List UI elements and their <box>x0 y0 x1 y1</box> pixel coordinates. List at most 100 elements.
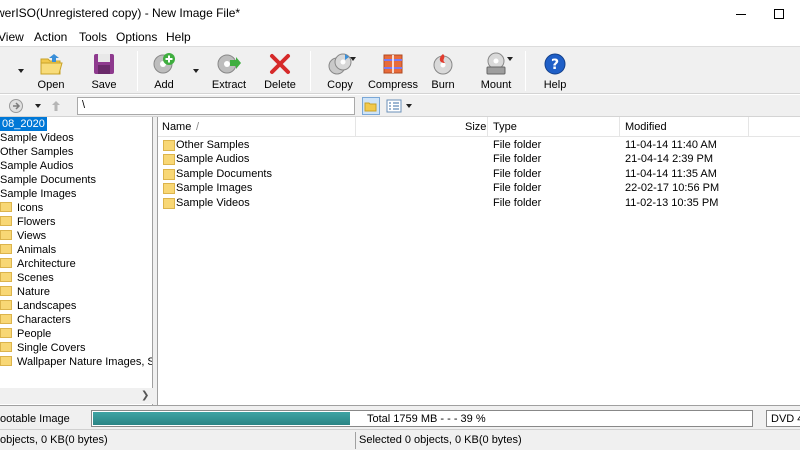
up-folder-icon[interactable] <box>48 98 64 114</box>
maximize-icon <box>774 9 784 19</box>
tree-child-item[interactable]: Icons <box>0 201 43 215</box>
folder-icon <box>0 356 12 366</box>
tree-item[interactable]: Sample Documents <box>0 173 96 187</box>
tree-child-item[interactable]: Flowers <box>0 215 56 229</box>
tree-child-label: Icons <box>17 202 44 214</box>
table-row[interactable]: Sample Audios File folder 21-04-14 2:39 … <box>158 152 800 167</box>
cell-name: Sample Audios <box>176 153 250 165</box>
column-divider[interactable] <box>355 117 356 137</box>
copy-dropdown-icon[interactable] <box>350 57 356 61</box>
tree-child-label: Scenes <box>17 272 54 284</box>
tree-child-item[interactable]: Characters <box>0 313 71 327</box>
tree-child-item[interactable]: Single Covers <box>0 341 85 355</box>
folder-icon <box>0 328 12 338</box>
column-type[interactable]: Type <box>493 121 517 133</box>
media-type-select[interactable]: DVD 4 <box>766 410 800 427</box>
column-size[interactable]: Size <box>465 121 486 133</box>
column-divider[interactable] <box>748 117 749 137</box>
maximize-button[interactable] <box>756 0 800 28</box>
history-dropdown-icon[interactable] <box>35 104 41 108</box>
column-name[interactable]: Name <box>162 121 191 133</box>
burn-button[interactable]: Burn <box>416 51 470 93</box>
tree-horizontal-scrollbar[interactable]: ❯ <box>0 388 153 404</box>
toolbar: Open Save Add Extract Delete Copy Compre… <box>0 46 800 94</box>
save-button[interactable]: Save <box>77 51 131 93</box>
column-divider[interactable] <box>619 117 620 137</box>
tree-child-item[interactable]: Animals <box>0 243 56 257</box>
table-row[interactable]: Sample Documents File folder 11-04-14 11… <box>158 167 800 182</box>
tree-child-label: People <box>17 328 52 340</box>
tree-child-item[interactable]: Architecture <box>0 257 76 271</box>
mount-dropdown-icon[interactable] <box>507 57 513 61</box>
help-button[interactable]: ? Help <box>528 51 582 93</box>
table-row[interactable]: Sample Videos File folder 11-02-13 10:35… <box>158 196 800 211</box>
menu-options[interactable]: Options <box>116 30 157 44</box>
status-selection: Selected 0 objects, 0 KB(0 bytes) <box>359 434 522 446</box>
tree-child-item[interactable]: Wallpaper Nature Images, Stock <box>0 355 152 369</box>
folder-icon <box>163 183 175 194</box>
tree-root[interactable]: 08_2020 <box>0 117 47 131</box>
open-button[interactable]: Open <box>24 51 78 93</box>
folder-icon <box>0 272 12 282</box>
cell-name: Sample Documents <box>176 168 272 180</box>
scroll-right-icon[interactable]: ❯ <box>141 390 149 401</box>
tree-child-item[interactable]: People <box>0 327 51 341</box>
toolbar-separator <box>525 51 526 91</box>
menu-help[interactable]: Help <box>166 30 191 44</box>
tree-item[interactable]: Sample Videos <box>0 131 74 145</box>
table-row[interactable]: Other Samples File folder 11-04-14 11:40… <box>158 138 800 153</box>
view-mode-icon[interactable] <box>386 98 402 114</box>
burn-disc-icon <box>433 54 453 75</box>
tree-child-item[interactable]: Nature <box>0 285 50 299</box>
mount-drive-icon <box>486 52 506 75</box>
tree-child-label: Flowers <box>17 216 56 228</box>
tree-child-item[interactable]: Views <box>0 229 46 243</box>
compress-button[interactable]: Compress <box>366 51 420 93</box>
tree-child-label: Landscapes <box>17 300 77 312</box>
sort-indicator-icon: / <box>196 121 200 133</box>
toolbar-separator <box>310 51 311 91</box>
menu-tools[interactable]: Tools <box>79 30 107 44</box>
column-divider[interactable] <box>487 117 488 137</box>
open-label: Open <box>37 79 65 91</box>
menu-view[interactable]: View <box>0 30 24 44</box>
folder-icon <box>0 230 12 240</box>
folder-icon <box>163 198 175 209</box>
add-button[interactable]: Add <box>137 51 191 93</box>
tree-item[interactable]: Other Samples <box>0 145 73 159</box>
extract-icon <box>217 54 241 74</box>
copy-disc-icon <box>328 53 352 75</box>
address-input[interactable]: \ <box>77 97 355 115</box>
title-bar: werISO(Unregistered copy) - New Image Fi… <box>0 0 800 28</box>
help-question-icon: ? <box>544 53 566 75</box>
add-dropdown-icon[interactable] <box>193 69 199 73</box>
cell-type: File folder <box>493 168 542 180</box>
open-folder-icon <box>40 54 63 75</box>
table-row[interactable]: Sample Images File folder 22-02-17 10:56… <box>158 181 800 196</box>
tree-item[interactable]: Sample Images <box>0 187 76 201</box>
add-files-icon <box>153 53 175 74</box>
view-mode-dropdown-icon[interactable] <box>406 104 412 108</box>
extract-button[interactable]: Extract <box>202 51 256 93</box>
add-label: Add <box>154 79 174 91</box>
tree-child-item[interactable]: Scenes <box>0 271 54 285</box>
list-header: Name / Size Type Modified <box>158 117 800 137</box>
tree-child-item[interactable]: Landscapes <box>0 299 76 313</box>
forward-icon[interactable] <box>8 98 24 114</box>
folder-icon <box>0 300 12 310</box>
delete-button[interactable]: Delete <box>253 51 307 93</box>
cell-modified: 21-04-14 2:39 PM <box>625 153 714 165</box>
folder-tree-toggle-icon[interactable] <box>362 97 380 115</box>
copy-button[interactable]: Copy <box>313 51 367 93</box>
column-modified[interactable]: Modified <box>625 121 667 133</box>
burn-label: Burn <box>431 79 455 91</box>
capacity-text: Total 1759 MB - - - 39 % <box>367 413 486 425</box>
menu-action[interactable]: Action <box>34 30 67 44</box>
save-label: Save <box>91 79 117 91</box>
window-title: werISO(Unregistered copy) - New Image Fi… <box>0 6 241 20</box>
cell-type: File folder <box>493 182 542 194</box>
mount-button[interactable]: Mount <box>469 51 523 93</box>
delete-x-icon <box>270 54 290 74</box>
delete-label: Delete <box>264 79 296 91</box>
tree-item[interactable]: Sample Audios <box>0 159 73 173</box>
